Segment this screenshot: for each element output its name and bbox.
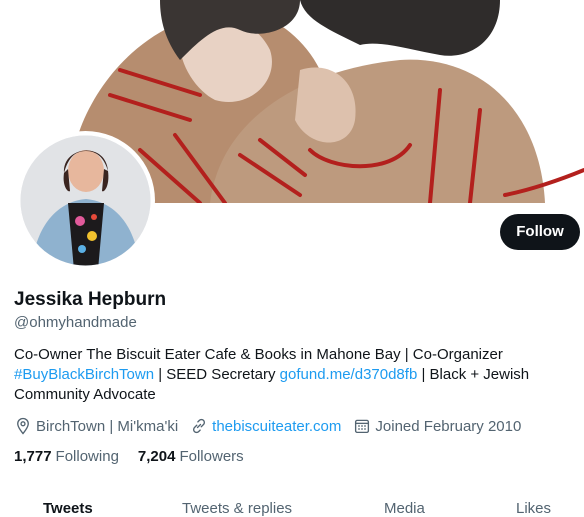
calendar-icon [355, 419, 370, 434]
link-icon [193, 418, 206, 434]
location-text: BirchTown | Mi'kma'ki [36, 417, 179, 435]
followers-stat[interactable]: 7,204 Followers [138, 448, 244, 465]
profile-meta: BirchTown | Mi'kma'ki thebiscuiteater.co… [14, 416, 533, 436]
profile-tabs: Tweets Tweets & replies Media Likes [0, 490, 584, 517]
joined-text: Joined February 2010 [375, 417, 522, 435]
avatar-photo [20, 135, 151, 266]
website-item[interactable]: thebiscuiteater.com [190, 417, 341, 435]
bio-hashtag-link[interactable]: #BuyBlackBirchTown [14, 366, 154, 383]
follow-button[interactable]: Follow [500, 214, 580, 250]
bio-text: Co-Owner The Biscuit Eater Cafe & Books … [14, 346, 503, 363]
followers-label: Followers [179, 448, 244, 465]
tab-tweets[interactable]: Tweets [43, 500, 93, 517]
profile-stats: 1,777 Following 7,204 Followers [14, 448, 263, 465]
website-link[interactable]: thebiscuiteater.com [212, 418, 341, 435]
location-pin-icon [17, 417, 29, 435]
joined-item: Joined February 2010 [353, 417, 521, 435]
following-label: Following [55, 448, 119, 465]
tab-media[interactable]: Media [384, 500, 425, 517]
profile-name: Jessika Hepburn [14, 289, 167, 310]
bio-text: | SEED Secretary [154, 366, 280, 383]
location-item: BirchTown | Mi'kma'ki [14, 417, 178, 435]
following-count: 1,777 [14, 448, 52, 465]
profile-bio: Co-Owner The Biscuit Eater Cafe & Books … [14, 345, 574, 405]
profile-handle: @ohmyhandmade [14, 314, 137, 331]
tab-likes[interactable]: Likes [516, 500, 551, 517]
bio-gofund-link[interactable]: gofund.me/d370d8fb [280, 366, 418, 383]
following-stat[interactable]: 1,777 Following [14, 448, 119, 465]
tab-tweets-replies[interactable]: Tweets & replies [182, 500, 292, 517]
avatar[interactable] [16, 131, 155, 270]
followers-count: 7,204 [137, 448, 176, 465]
